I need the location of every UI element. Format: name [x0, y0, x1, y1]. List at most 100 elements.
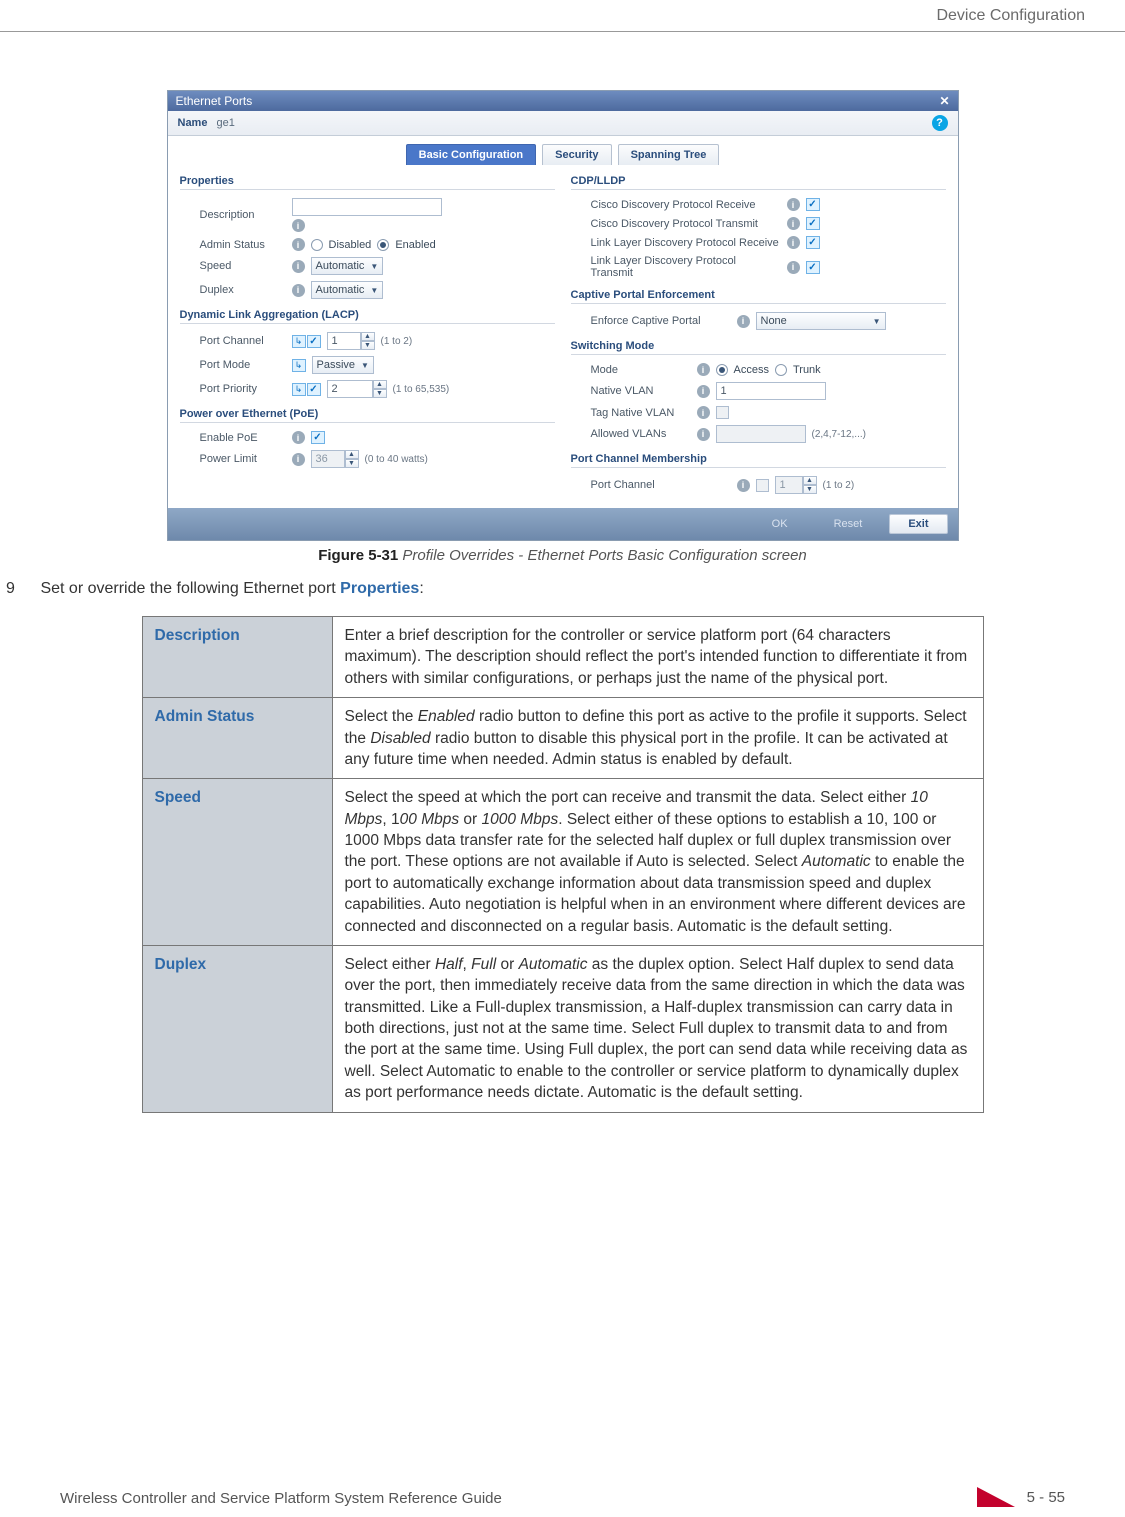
td-speed: Select the speed at which the port can r…	[332, 779, 983, 946]
step-keyword: Properties	[340, 580, 419, 597]
exit-button[interactable]: Exit	[889, 514, 947, 534]
row-mode: Mode i Access Trunk	[591, 363, 946, 376]
td-admin: Select the Enabled radio button to defin…	[332, 698, 983, 779]
td-duplex: Select either Half, Full or Automatic as…	[332, 945, 983, 1112]
port-channel-checkbox[interactable]: ↳ ✓	[292, 335, 321, 348]
spin-up-icon[interactable]: ▲	[803, 476, 817, 485]
power-limit-spinner[interactable]: ▲▼	[311, 450, 359, 468]
info-icon: i	[737, 315, 750, 328]
dialog-body: Properties Description i Admin Status i …	[168, 165, 958, 508]
arrow-icon: ↳	[292, 359, 306, 372]
spin-down-icon[interactable]: ▼	[373, 389, 387, 398]
lldpr-checkbox[interactable]: ✓	[806, 236, 820, 249]
text: , 1	[382, 811, 399, 828]
info-icon: i	[292, 431, 305, 444]
label-enable-poe: Enable PoE	[200, 432, 286, 444]
chevron-down-icon: ▼	[370, 286, 378, 295]
port-priority-checkbox[interactable]: ↳ ✓	[292, 383, 321, 396]
tab-basic-configuration[interactable]: Basic Configuration	[406, 144, 537, 165]
portchan-range: (1 to 2)	[823, 480, 855, 491]
text: or	[496, 956, 518, 973]
close-icon[interactable]: ✕	[939, 94, 949, 108]
label-cdpt: Cisco Discovery Protocol Transmit	[591, 218, 781, 230]
footer-right: 5 - 55	[977, 1487, 1065, 1507]
tab-security[interactable]: Security	[542, 144, 611, 165]
radio-enabled[interactable]	[377, 239, 389, 251]
duplex-dropdown[interactable]: Automatic ▼	[311, 281, 384, 299]
properties-table: Description Enter a brief description fo…	[142, 616, 984, 1113]
spin-down-icon[interactable]: ▼	[345, 459, 359, 468]
portchan-checkbox[interactable]	[756, 479, 769, 492]
spin-up-icon[interactable]: ▲	[373, 380, 387, 389]
text-italic: Full	[471, 956, 496, 973]
text: as the duplex option. Select Half duplex…	[345, 956, 968, 1101]
port-priority-spinner[interactable]: ▲▼	[327, 380, 387, 398]
spin-up-icon[interactable]: ▲	[345, 450, 359, 459]
enforce-dropdown[interactable]: None ▼	[756, 312, 886, 330]
spin-down-icon[interactable]: ▼	[803, 485, 817, 494]
step-number: 9	[6, 580, 36, 598]
section-poe: Power over Ethernet (PoE)	[180, 408, 555, 423]
label-port-mode: Port Mode	[200, 359, 286, 371]
page-content: Ethernet Ports ✕ Name ge1 ? Basic Config…	[0, 40, 1125, 1462]
text-italic: Automatic	[519, 956, 588, 973]
table-row: Duplex Select either Half, Full or Autom…	[142, 945, 983, 1112]
tag-native-checkbox[interactable]	[716, 406, 729, 419]
radio-disabled[interactable]	[311, 239, 323, 251]
portchan-spinner[interactable]: ▲▼	[775, 476, 817, 494]
spin-up-icon[interactable]: ▲	[361, 332, 375, 341]
info-icon: i	[292, 284, 305, 297]
caption-text: Profile Overrides - Ethernet Ports Basic…	[402, 547, 806, 564]
description-input[interactable]	[292, 198, 442, 216]
reset-button[interactable]: Reset	[815, 514, 882, 534]
label-tag-native: Tag Native VLAN	[591, 407, 691, 419]
row-duplex: Duplex i Automatic ▼	[200, 281, 555, 299]
port-channel-spinner[interactable]: ▲▼	[327, 332, 375, 350]
table-row: Admin Status Select the Enabled radio bu…	[142, 698, 983, 779]
port-mode-dropdown[interactable]: Passive ▼	[312, 356, 374, 374]
port-priority-value[interactable]	[327, 380, 373, 398]
row-power-limit: Power Limit i ▲▼ (0 to 40 watts)	[200, 450, 555, 468]
lldpt-checkbox[interactable]: ✓	[806, 261, 820, 274]
radio-access-label: Access	[734, 364, 769, 376]
radio-trunk[interactable]	[775, 364, 787, 376]
allowed-vlans-input[interactable]	[716, 425, 806, 443]
radio-trunk-label: Trunk	[793, 364, 821, 376]
enable-poe-checkbox[interactable]: ✓	[311, 431, 325, 444]
native-vlan-input[interactable]	[716, 382, 826, 400]
section-cdp: CDP/LLDP	[571, 175, 946, 190]
page-number: 5 - 55	[1027, 1489, 1065, 1506]
radio-access[interactable]	[716, 364, 728, 376]
figure-caption: Figure 5-31 Profile Overrides - Ethernet…	[60, 547, 1065, 564]
row-description: Description i	[200, 198, 555, 232]
help-icon[interactable]: ?	[932, 115, 948, 131]
header-text: Device Configuration	[936, 7, 1085, 25]
section-captive: Captive Portal Enforcement	[571, 289, 946, 304]
label-duplex: Duplex	[200, 284, 286, 296]
label-allowed: Allowed VLANs	[591, 428, 691, 440]
ok-button[interactable]: OK	[753, 514, 807, 534]
section-lacp: Dynamic Link Aggregation (LACP)	[180, 309, 555, 324]
duplex-value: Automatic	[316, 284, 365, 296]
cdpr-checkbox[interactable]: ✓	[806, 198, 820, 211]
info-icon: i	[787, 236, 800, 249]
row-cdpt: Cisco Discovery Protocol Transmit i ✓	[591, 217, 946, 230]
cdpt-checkbox[interactable]: ✓	[806, 217, 820, 230]
label-port-channel: Port Channel	[200, 335, 286, 347]
tab-spanning-tree[interactable]: Spanning Tree	[618, 144, 720, 165]
row-native-vlan: Native VLAN i	[591, 382, 946, 400]
info-icon: i	[787, 261, 800, 274]
power-limit-value[interactable]	[311, 450, 345, 468]
info-icon: i	[292, 219, 305, 232]
page-footer: Wireless Controller and Service Platform…	[0, 1462, 1125, 1517]
portchan-value[interactable]	[775, 476, 803, 494]
speed-dropdown[interactable]: Automatic ▼	[311, 257, 384, 275]
info-icon: i	[697, 385, 710, 398]
spin-down-icon[interactable]: ▼	[361, 341, 375, 350]
label-mode: Mode	[591, 364, 691, 376]
text-italic: 1000 Mbps	[482, 811, 559, 828]
port-channel-value[interactable]	[327, 332, 361, 350]
info-icon: i	[787, 198, 800, 211]
step-post: :	[419, 580, 423, 597]
info-icon: i	[292, 453, 305, 466]
